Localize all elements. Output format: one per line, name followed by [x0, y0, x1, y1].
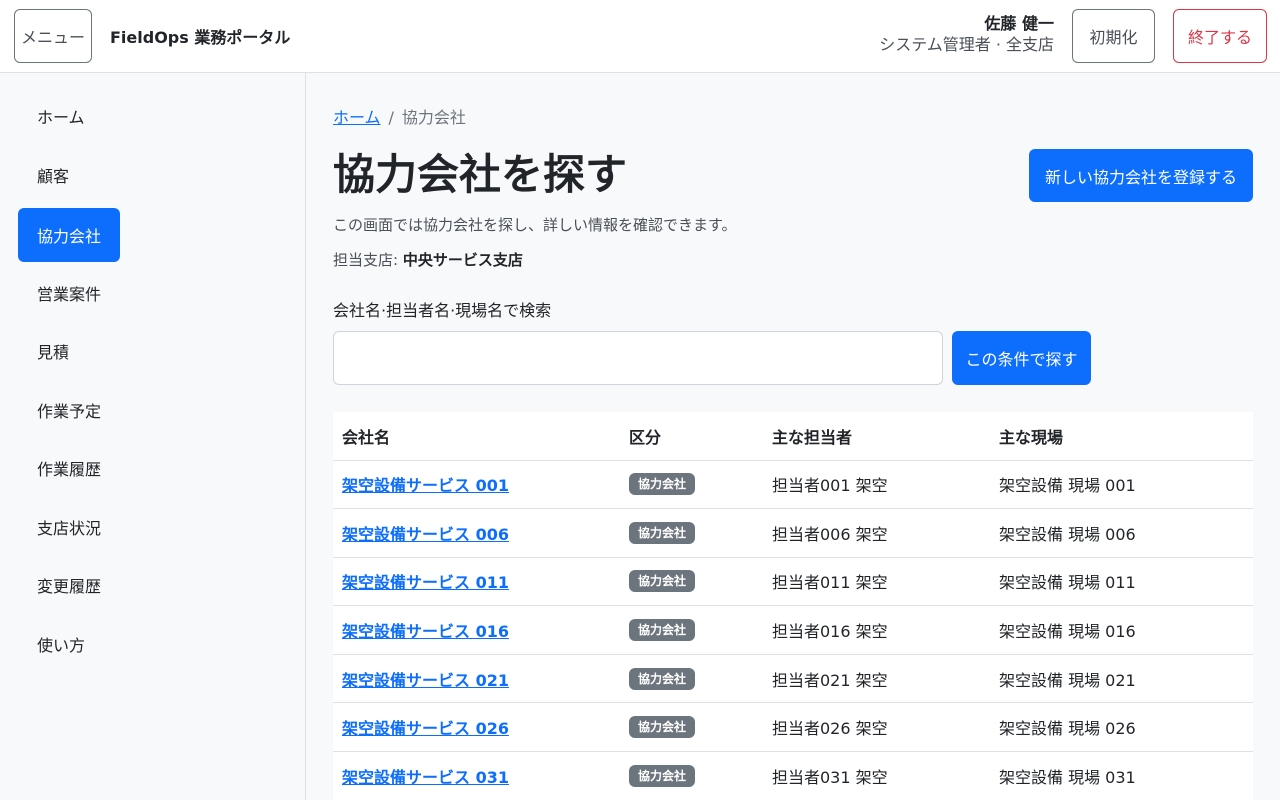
table-row: 架空設備サービス 026 協力会社 担当者026 架空 架空設備 現場 026: [333, 702, 1253, 753]
company-link[interactable]: 架空設備サービス 021: [342, 671, 509, 690]
sidebar-item-change-log[interactable]: 変更履歴: [18, 558, 120, 612]
column-header-company: 会社名: [333, 412, 620, 461]
reset-button[interactable]: 初期化: [1072, 9, 1155, 63]
sidebar-item-partners[interactable]: 協力会社: [18, 208, 121, 262]
category-badge: 協力会社: [629, 570, 696, 593]
site-cell: 架空設備 現場 006: [990, 508, 1253, 558]
search-button[interactable]: この条件で探す: [952, 331, 1091, 385]
branch-label: 担当支店:: [333, 251, 399, 269]
table-row: 架空設備サービス 006 協力会社 担当者006 架空 架空設備 現場 006: [333, 508, 1253, 558]
column-header-contact: 主な担当者: [763, 412, 990, 461]
category-cell: 協力会社: [620, 508, 763, 558]
contact-cell: 担当者021 架空: [763, 654, 990, 704]
company-link[interactable]: 架空設備サービス 011: [342, 573, 509, 592]
category-badge: 協力会社: [629, 521, 696, 544]
site-cell: 架空設備 現場 001: [990, 460, 1253, 510]
site-cell: 架空設備 現場 016: [990, 605, 1253, 655]
contact-cell: 担当者016 架空: [763, 605, 990, 655]
breadcrumb-home-link[interactable]: ホーム: [333, 108, 381, 127]
company-link[interactable]: 架空設備サービス 016: [342, 622, 509, 641]
company-cell: 架空設備サービス 006: [333, 508, 620, 558]
table-row: 架空設備サービス 016 協力会社 担当者016 架空 架空設備 現場 016: [333, 605, 1253, 655]
sidebar-item-sales-deals[interactable]: 営業案件: [18, 266, 120, 320]
company-link[interactable]: 架空設備サービス 026: [342, 719, 509, 738]
company-cell: 架空設備サービス 026: [333, 702, 620, 753]
category-cell: 協力会社: [620, 751, 763, 800]
company-link[interactable]: 架空設備サービス 031: [342, 768, 509, 787]
category-badge: 協力会社: [629, 716, 696, 739]
category-cell: 協力会社: [620, 605, 763, 655]
menu-button[interactable]: メニュー: [14, 9, 92, 63]
page-title: 協力会社を探す: [333, 150, 628, 199]
contact-cell: 担当者001 架空: [763, 460, 990, 510]
table-row: 架空設備サービス 021 協力会社 担当者021 架空 架空設備 現場 021: [333, 654, 1253, 704]
company-link[interactable]: 架空設備サービス 001: [342, 476, 509, 495]
category-badge: 協力会社: [629, 667, 696, 690]
user-info: 佐藤 健一 システム管理者 · 全支店: [879, 14, 1054, 56]
search-label: 会社名·担当者名·現場名で検索: [333, 301, 552, 320]
sidebar-item-work-schedule[interactable]: 作業予定: [18, 383, 120, 437]
contact-cell: 担当者011 架空: [763, 557, 990, 607]
search-input[interactable]: [333, 331, 943, 385]
site-cell: 架空設備 現場 031: [990, 751, 1253, 800]
sidebar-item-help[interactable]: 使い方: [18, 617, 104, 671]
sidebar: ホーム 顧客 協力会社 営業案件 見積 作業予定 作業履歴 支店状況 変更履歴 …: [0, 73, 306, 800]
category-cell: 協力会社: [620, 702, 763, 753]
site-cell: 架空設備 現場 021: [990, 654, 1253, 704]
page-description: この画面では協力会社を探し、詳しい情報を確認できます。: [333, 216, 737, 234]
company-link[interactable]: 架空設備サービス 006: [342, 525, 509, 544]
column-header-site: 主な現場: [990, 412, 1253, 461]
category-badge: 協力会社: [629, 619, 696, 642]
company-cell: 架空設備サービス 016: [333, 605, 620, 655]
sidebar-item-quotes[interactable]: 見積: [18, 324, 88, 378]
main-content: ホーム / 協力会社 協力会社を探す この画面では協力会社を探し、詳しい情報を確認で…: [306, 73, 1280, 800]
branch-info: 担当支店: 中央サービス支店: [333, 249, 523, 270]
company-cell: 架空設備サービス 001: [333, 460, 620, 510]
branch-value: 中央サービス支店: [402, 251, 523, 269]
top-header: メニュー FieldOps 業務ポータル 佐藤 健一 システム管理者 · 全支店…: [0, 0, 1280, 73]
category-badge: 協力会社: [629, 764, 696, 787]
category-cell: 協力会社: [620, 557, 763, 607]
breadcrumb-separator: /: [388, 108, 394, 127]
company-cell: 架空設備サービス 011: [333, 557, 620, 607]
sidebar-item-customers[interactable]: 顧客: [18, 148, 88, 202]
sidebar-item-work-history[interactable]: 作業履歴: [18, 441, 120, 495]
column-header-category: 区分: [620, 412, 763, 461]
breadcrumb: ホーム / 協力会社: [333, 104, 466, 128]
user-name: 佐藤 健一: [984, 14, 1054, 33]
sidebar-item-branch-status[interactable]: 支店状況: [18, 500, 120, 554]
site-cell: 架空設備 現場 011: [990, 557, 1253, 607]
table-row: 架空設備サービス 031 協力会社 担当者031 架空 架空設備 現場 031: [333, 751, 1253, 800]
breadcrumb-current: 協力会社: [401, 108, 466, 127]
table-header-row: 会社名 区分 主な担当者 主な現場: [333, 412, 1253, 461]
contact-cell: 担当者031 架空: [763, 751, 990, 800]
category-cell: 協力会社: [620, 460, 763, 510]
register-partner-button[interactable]: 新しい協力会社を登録する: [1029, 149, 1253, 202]
contact-cell: 担当者006 架空: [763, 508, 990, 558]
logout-button[interactable]: 終了する: [1173, 9, 1267, 63]
user-role: システム管理者 · 全支店: [879, 35, 1054, 54]
contact-cell: 担当者026 架空: [763, 702, 990, 753]
company-cell: 架空設備サービス 021: [333, 654, 620, 704]
company-cell: 架空設備サービス 031: [333, 751, 620, 800]
table-row: 架空設備サービス 001 協力会社 担当者001 架空 架空設備 現場 001: [333, 460, 1253, 510]
table-row: 架空設備サービス 011 協力会社 担当者011 架空 架空設備 現場 011: [333, 557, 1253, 607]
app-title: FieldOps 業務ポータル: [110, 28, 291, 47]
category-badge: 協力会社: [629, 473, 696, 496]
site-cell: 架空設備 現場 026: [990, 702, 1253, 753]
table-body: 架空設備サービス 001 協力会社 担当者001 架空 架空設備 現場 001 架空設備…: [333, 460, 1253, 800]
partners-table: 会社名 区分 主な担当者 主な現場 架空設備サービス 001 協力会社 担当者001…: [333, 412, 1253, 800]
category-cell: 協力会社: [620, 654, 763, 704]
sidebar-item-home[interactable]: ホーム: [18, 89, 104, 143]
